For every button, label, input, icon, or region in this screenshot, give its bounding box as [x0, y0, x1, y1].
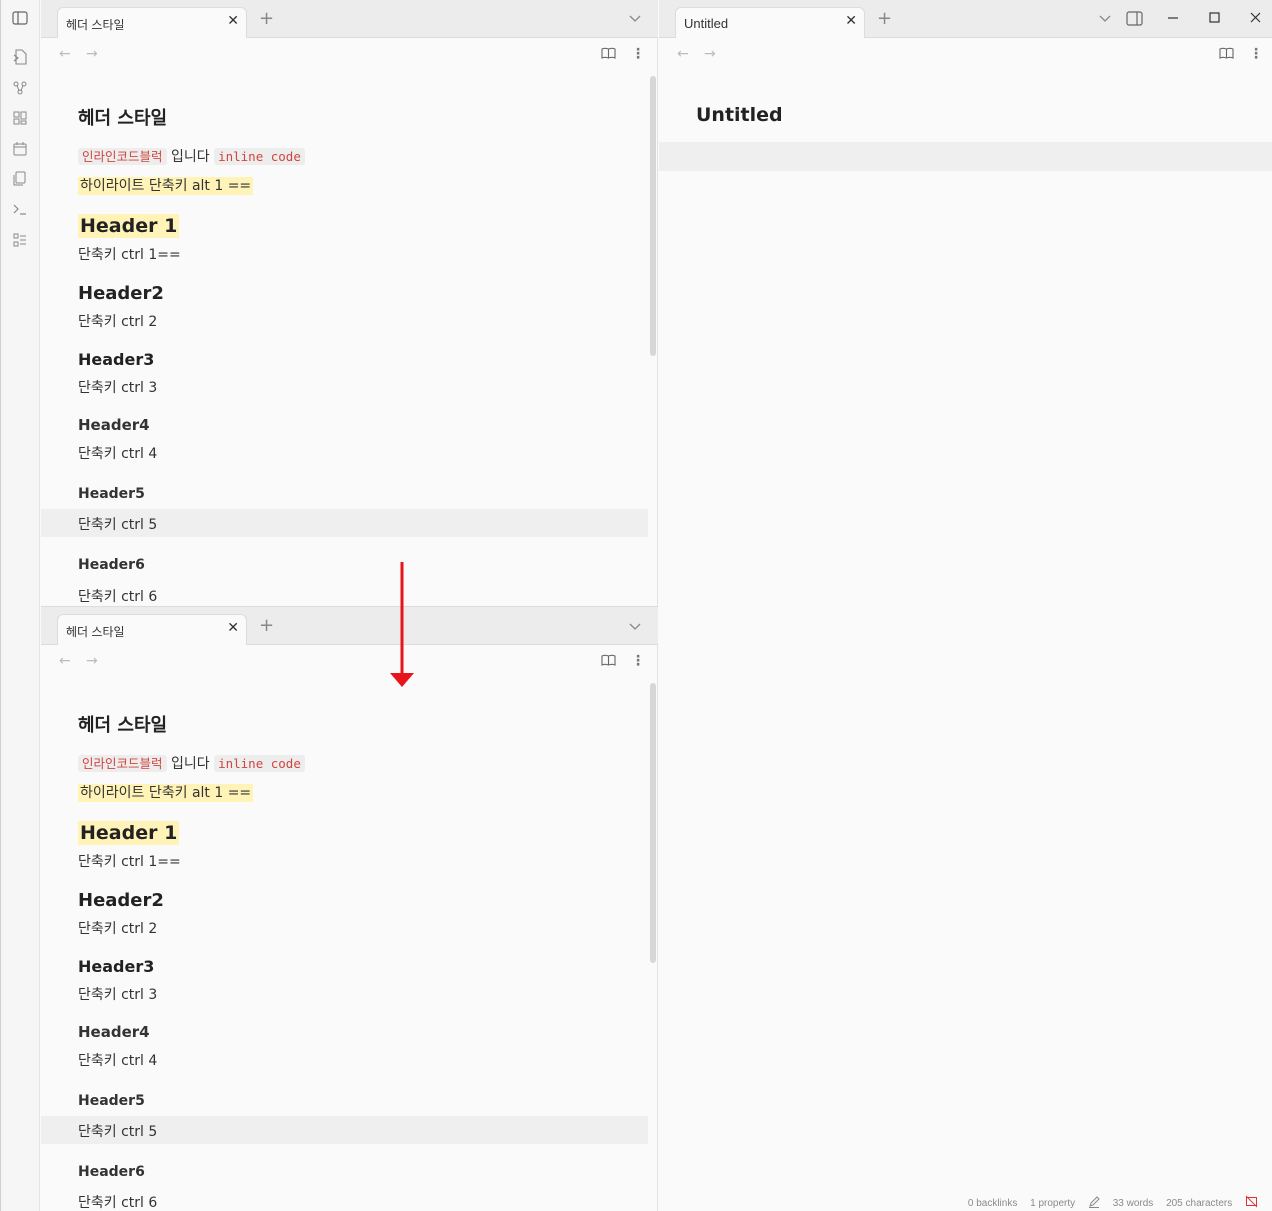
note-title[interactable]: 헤더 스타일 [78, 104, 167, 130]
properties-count[interactable]: 1 property [1030, 1198, 1075, 1209]
header1-text: Header 1 [78, 214, 180, 238]
right-pane: ← → ⋮ Untitled [659, 38, 1272, 1211]
highlight-text: 하이라이트 단축키 alt 1 == [78, 177, 254, 195]
inline-code-line[interactable]: 인라인코드블럭 입니다 inline code [78, 753, 305, 773]
header5-shortcut[interactable]: 단축키 ctrl 5 [78, 514, 157, 534]
header2-shortcut[interactable]: 단축키 ctrl 2 [78, 311, 157, 331]
forward-arrow-icon[interactable]: → [704, 46, 716, 62]
text-span: 입니다 [166, 756, 215, 772]
header6-shortcut[interactable]: 단축키 ctrl 6 [78, 1192, 157, 1211]
header6[interactable]: Header6 [78, 1164, 145, 1180]
right-tab-bar: Untitled ✕ + [659, 0, 1272, 38]
maximize-icon[interactable] [1209, 12, 1220, 27]
backlinks-count[interactable]: 0 backlinks [968, 1198, 1017, 1209]
more-options-icon[interactable]: ⋮ [1249, 46, 1263, 62]
highlight-line[interactable]: 하이라이트 단축키 alt 1 == [78, 175, 254, 195]
header1-shortcut[interactable]: 단축키 ctrl 1== [78, 851, 181, 871]
header6-shortcut[interactable]: 단축키 ctrl 6 [78, 586, 157, 606]
text-span: 입니다 [166, 149, 215, 165]
red-arrow-annotation [390, 562, 414, 687]
header5-shortcut[interactable]: 단축키 ctrl 5 [78, 1121, 157, 1141]
status-bar: 0 backlinks 1 property 33 words 205 char… [958, 1195, 1258, 1209]
left-bottom-note: 헤더 스타일 인라인코드블럭 입니다 inline code 하이라이트 단축키… [0, 607, 658, 1211]
header1-shortcut[interactable]: 단축키 ctrl 1== [78, 244, 181, 264]
inline-code: inline code [214, 755, 305, 772]
inline-code-line[interactable]: 인라인코드블럭 입니다 inline code [78, 146, 305, 166]
sync-disabled-icon[interactable] [1245, 1195, 1258, 1209]
header3-shortcut[interactable]: 단축키 ctrl 3 [78, 377, 157, 397]
header4[interactable]: Header4 [78, 416, 150, 434]
header2[interactable]: Header2 [78, 283, 164, 304]
chevron-down-icon[interactable] [1099, 12, 1111, 26]
note-title[interactable]: 헤더 스타일 [78, 711, 167, 737]
header5[interactable]: Header5 [78, 486, 145, 502]
left-top-note: 헤더 스타일 인라인코드블럭 입니다 inline code 하이라이트 단축키… [0, 0, 658, 606]
minimize-icon[interactable] [1167, 11, 1179, 27]
header2[interactable]: Header2 [78, 890, 164, 911]
character-count: 205 characters [1166, 1198, 1233, 1209]
header5[interactable]: Header5 [78, 1093, 145, 1109]
tab-untitled[interactable]: Untitled ✕ [675, 7, 865, 38]
right-sidebar-toggle-icon[interactable] [1126, 11, 1143, 30]
reading-view-icon[interactable] [1219, 47, 1234, 64]
window-close-icon[interactable] [1250, 12, 1261, 27]
inline-code-block: 인라인코드블럭 [78, 755, 167, 772]
edit-mode-icon[interactable] [1088, 1196, 1103, 1209]
active-line-highlight[interactable] [659, 142, 1272, 171]
header4-shortcut[interactable]: 단축키 ctrl 4 [78, 443, 157, 463]
header3[interactable]: Header3 [78, 350, 154, 369]
header3[interactable]: Header3 [78, 957, 154, 976]
tab-label: Untitled [684, 16, 729, 31]
header1-text: Header 1 [78, 821, 180, 845]
header4-shortcut[interactable]: 단축키 ctrl 4 [78, 1050, 157, 1070]
header1[interactable]: Header 1 [78, 821, 180, 845]
header6[interactable]: Header6 [78, 557, 145, 573]
word-count: 33 words [1112, 1198, 1154, 1209]
new-tab-icon[interactable]: + [877, 8, 892, 29]
highlight-line[interactable]: 하이라이트 단축키 alt 1 == [78, 782, 254, 802]
inline-code: inline code [214, 148, 305, 165]
close-icon[interactable]: ✕ [845, 13, 857, 29]
header4[interactable]: Header4 [78, 1023, 150, 1041]
highlight-text: 하이라이트 단축키 alt 1 == [78, 784, 254, 802]
header1[interactable]: Header 1 [78, 214, 180, 238]
header3-shortcut[interactable]: 단축키 ctrl 3 [78, 984, 157, 1004]
header2-shortcut[interactable]: 단축키 ctrl 2 [78, 918, 157, 938]
back-arrow-icon[interactable]: ← [677, 46, 689, 62]
note-title[interactable]: Untitled [696, 104, 783, 126]
inline-code-block: 인라인코드블럭 [78, 148, 167, 165]
